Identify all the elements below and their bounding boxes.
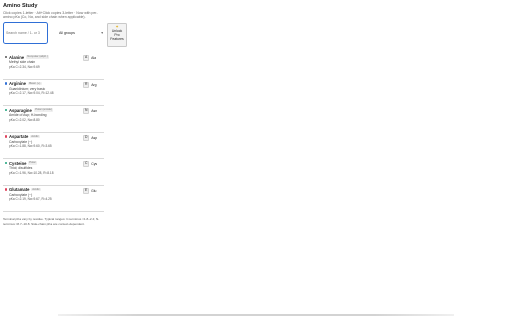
amino-code: A Ala [83, 55, 96, 62]
one-letter-code: D [83, 134, 90, 141]
amino-acid-list: Alanine Nonpolar (aliph.) Methyl side ch… [3, 53, 104, 212]
three-letter-code: Arg [91, 82, 97, 87]
amino-pka: pKa C≈2.19, Nα≈9.67, R≈4.25 [9, 197, 52, 202]
controls-row: All groups ▾ ✦ Unlock Pro Features [3, 22, 127, 48]
amino-card[interactable]: Cysteine Polar Thiol; disulfides pKa C≈1… [3, 159, 104, 186]
group-badge: Acidic [30, 133, 40, 139]
group-color-dot [4, 55, 8, 59]
amino-pka: pKa C≈2.02, Nα≈8.80 [9, 117, 40, 122]
three-letter-code: Glu [91, 188, 97, 193]
app-header: Amino Study Click copies 1-letter · Alt+… [3, 3, 127, 48]
chevron-down-icon: ▾ [101, 31, 103, 36]
amino-pka: pKa C≈2.17, Nα≈9.04, R≈12.48 [9, 91, 54, 96]
group-color-dot [4, 188, 8, 191]
amino-name: Asparagine [9, 107, 32, 113]
amino-description: Carboxylate (−) [9, 139, 33, 144]
amino-pka: pKa C≈1.96, Nα≈10.28, R≈8.18 [9, 170, 54, 175]
one-letter-code: E [83, 187, 90, 194]
three-letter-code: Asn [91, 109, 98, 114]
unlock-pro-button[interactable]: ✦ Unlock Pro Features [107, 23, 127, 48]
amino-pka: pKa C≈2.34, Nα≈9.69 [9, 64, 40, 69]
amino-code: N Asn [83, 108, 98, 115]
amino-name: Aspartate [9, 134, 29, 140]
amino-name: Arginine [9, 81, 26, 87]
group-color-dot [4, 82, 8, 85]
bottom-scrollbar[interactable] [58, 314, 454, 316]
three-letter-code: Asp [91, 135, 98, 140]
group-badge: Polar (amide) [34, 107, 54, 112]
group-color-dot [4, 108, 8, 112]
group-color-dot [4, 161, 8, 165]
group-badge: Basic (+) [28, 80, 42, 86]
amino-card[interactable]: Aspartate Acidic Carboxylate (−) pKa C≈1… [3, 133, 104, 159]
amino-code: E Glu [83, 187, 97, 194]
amino-code: C Cys [83, 161, 98, 168]
amino-pka: pKa C≈1.88, Nα≈9.60, R≈3.65 [9, 144, 52, 149]
three-letter-code: Cys [91, 162, 98, 167]
three-letter-code: Ala [91, 56, 96, 61]
amino-name: Cysteine [9, 160, 27, 166]
group-filter-select[interactable]: All groups ▾ [57, 22, 105, 44]
amino-description: Carboxylate (−) [9, 192, 33, 197]
amino-name: Alanine [9, 54, 25, 60]
group-filter-value: All groups [59, 31, 75, 36]
amino-card[interactable]: Arginine Basic (+) Guanidinium; very bas… [3, 80, 104, 106]
amino-description: Methyl side chain [9, 60, 36, 65]
unlock-label-3: Features [110, 37, 124, 42]
search-input[interactable] [3, 22, 48, 45]
pka-footnote: Terminal pKa vary by residue. Typical ra… [3, 217, 100, 226]
amino-card[interactable]: Asparagine Polar (amide) Amide of Asp; H… [3, 106, 104, 133]
amino-card[interactable]: Glutamate Acidic Carboxylate (−) pKa C≈2… [3, 186, 104, 212]
one-letter-code: C [83, 161, 90, 168]
amino-description: Amide of Asp; H-bonding [9, 113, 47, 118]
amino-description: Guanidinium; very basic [9, 86, 46, 91]
page-title: Amino Study [3, 3, 38, 9]
amino-card[interactable]: Alanine Nonpolar (aliph.) Methyl side ch… [3, 53, 104, 80]
group-badge: Nonpolar (aliph.) [26, 54, 50, 59]
amino-code: R Arg [83, 81, 97, 88]
group-badge: Polar [28, 160, 37, 165]
one-letter-code: A [83, 55, 90, 62]
one-letter-code: R [83, 81, 90, 88]
amino-name: Glutamate [9, 187, 30, 193]
amino-code: D Asp [83, 134, 98, 141]
group-badge: Acidic [31, 186, 41, 192]
one-letter-code: N [83, 108, 90, 115]
group-color-dot [4, 135, 8, 138]
amino-description: Thiol; disulfides [9, 166, 33, 171]
page-subtitle: Click copies 1-letter · Alt+Click copies… [3, 10, 98, 19]
